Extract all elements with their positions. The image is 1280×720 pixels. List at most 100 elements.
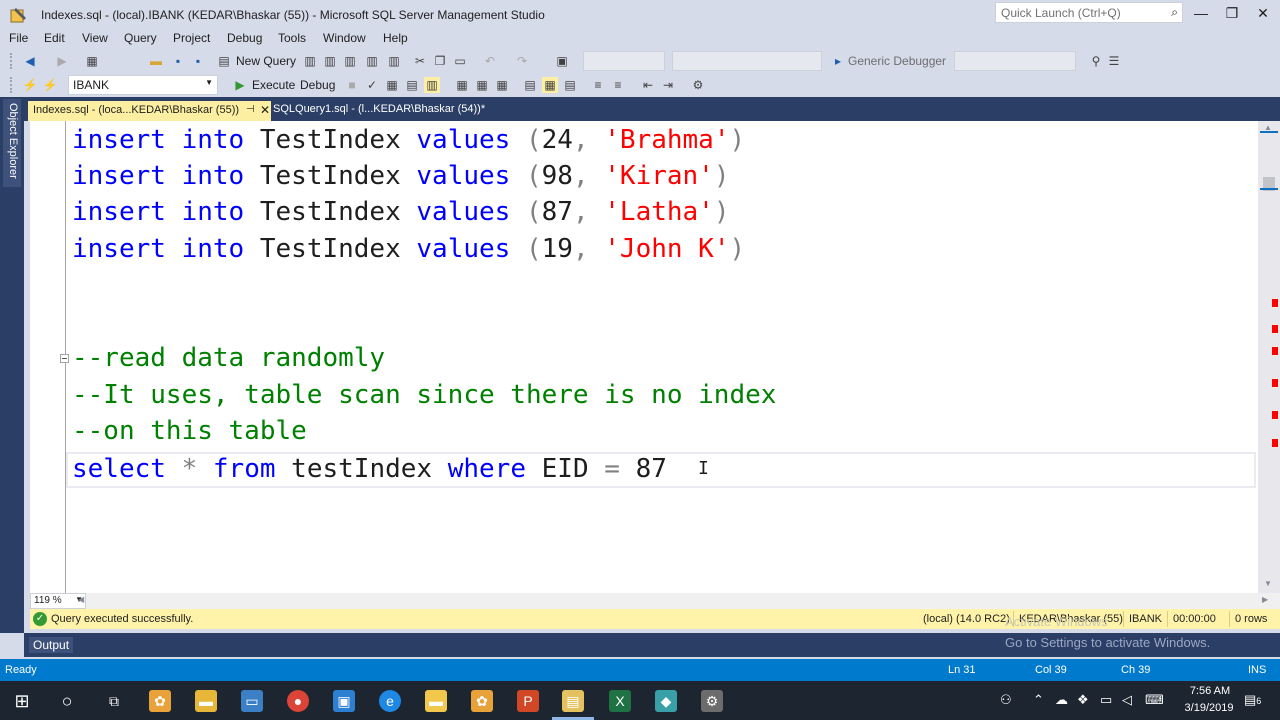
mdx-query-icon[interactable]: ▥ bbox=[322, 53, 338, 69]
dropbox-icon[interactable]: ❖ bbox=[1077, 692, 1089, 708]
dax-query-icon[interactable]: ▥ bbox=[386, 53, 402, 69]
new-query-button[interactable]: New Query bbox=[236, 54, 296, 68]
solution-platform-combo[interactable] bbox=[672, 51, 822, 71]
database-selector[interactable]: IBANK ▼ bbox=[68, 75, 218, 95]
results-to-text-icon[interactable]: ▤ bbox=[522, 77, 538, 93]
cancel-query-icon[interactable]: ■ bbox=[344, 77, 360, 93]
dmx-query-icon[interactable]: ▥ bbox=[342, 53, 358, 69]
network-icon[interactable]: ▭ bbox=[1100, 692, 1112, 708]
generic-debugger-button[interactable]: Generic Debugger bbox=[848, 54, 946, 68]
tab-sqlquery1[interactable]: SQLQuery1.sql - (l...KEDAR\Bhaskar (54))… bbox=[273, 103, 485, 115]
edge-icon[interactable]: e bbox=[379, 690, 401, 712]
cloud-icon[interactable]: ☁ bbox=[1055, 692, 1068, 708]
folder-icon[interactable]: ▬ bbox=[425, 690, 447, 712]
properties-icon[interactable]: ☰ bbox=[1106, 53, 1122, 69]
code-editor[interactable]: insert into TestIndex values (24, 'Brahm… bbox=[30, 121, 1258, 593]
excel-icon[interactable]: X bbox=[609, 690, 631, 712]
chrome-icon[interactable]: ● bbox=[287, 690, 309, 712]
results-to-grid-icon[interactable]: ▦ bbox=[542, 77, 558, 93]
people-icon[interactable]: ⚇ bbox=[1000, 692, 1012, 708]
decrease-indent-icon[interactable]: ⇤ bbox=[640, 77, 656, 93]
store-icon[interactable]: ▣ bbox=[333, 690, 355, 712]
undo-icon[interactable]: ↶ bbox=[482, 53, 498, 69]
tab-indexes-sql[interactable]: Indexes.sql - (loca...KEDAR\Bhaskar (55)… bbox=[28, 101, 271, 121]
debug-button[interactable]: Debug bbox=[300, 78, 335, 92]
menu-edit[interactable]: Edit bbox=[44, 31, 65, 45]
collapse-toggle[interactable] bbox=[60, 354, 69, 363]
quick-launch-input[interactable]: Quick Launch (Ctrl+Q) ⌕ bbox=[995, 2, 1183, 23]
menu-query[interactable]: Query bbox=[124, 31, 157, 45]
find-in-files-icon[interactable]: ⚲ bbox=[1088, 53, 1104, 69]
clock-date[interactable]: 3/19/2019 bbox=[1174, 702, 1244, 714]
query-designer-icon[interactable]: ▤ bbox=[404, 77, 420, 93]
app-icon[interactable]: ✿ bbox=[149, 690, 171, 712]
toolbar-grip[interactable] bbox=[10, 77, 14, 93]
scroll-left-icon[interactable]: ◀ bbox=[78, 595, 84, 604]
estimated-plan-icon[interactable]: ▦ bbox=[384, 77, 400, 93]
pin-icon[interactable]: ⊣ bbox=[246, 104, 255, 115]
volume-icon[interactable]: ◁ bbox=[1122, 692, 1132, 708]
ssms-taskbar-icon[interactable]: ▤ bbox=[562, 690, 584, 712]
new-project-icon[interactable]: ▦ bbox=[84, 53, 100, 69]
paste-icon[interactable]: ▭ bbox=[452, 53, 468, 69]
output-tab[interactable]: Output bbox=[29, 637, 74, 653]
parse-icon[interactable]: ✓ bbox=[364, 77, 380, 93]
notification-icon[interactable]: ▤6 bbox=[1244, 692, 1261, 708]
open-file-icon[interactable]: ▬ bbox=[148, 53, 164, 69]
windows-start-icon[interactable]: ⊞ bbox=[11, 690, 33, 712]
copy-icon[interactable]: ❐ bbox=[432, 53, 448, 69]
change-connection-icon[interactable]: ⚡ bbox=[42, 77, 58, 93]
app-icon[interactable]: ✿ bbox=[471, 690, 493, 712]
database-engine-query-icon[interactable]: ▥ bbox=[302, 53, 318, 69]
live-stats-icon[interactable]: ▦ bbox=[474, 77, 490, 93]
toolbar-grip[interactable] bbox=[10, 53, 14, 69]
tools-icon[interactable]: ⚙ bbox=[701, 690, 723, 712]
chevron-up-icon[interactable]: ⌃ bbox=[1033, 692, 1044, 708]
xmla-query-icon[interactable]: ▥ bbox=[364, 53, 380, 69]
execute-button[interactable]: Execute bbox=[252, 78, 295, 92]
menu-view[interactable]: View bbox=[82, 31, 108, 45]
maximize-button[interactable]: ❐ bbox=[1217, 3, 1247, 23]
client-stats-icon[interactable]: ▦ bbox=[494, 77, 510, 93]
menu-debug[interactable]: Debug bbox=[227, 31, 262, 45]
search-icon[interactable]: ○ bbox=[56, 690, 78, 712]
object-explorer-tab[interactable]: Object Explorer bbox=[3, 99, 21, 187]
forward-icon[interactable]: ▶ bbox=[54, 53, 70, 69]
execute-icon[interactable]: ▶ bbox=[232, 77, 248, 93]
save-icon[interactable]: ▪ bbox=[170, 53, 186, 69]
vertical-scrollbar[interactable]: ▲ ▼ bbox=[1258, 121, 1280, 593]
keyboard-icon[interactable]: ⌨ bbox=[1145, 692, 1164, 708]
activity-monitor-icon[interactable]: ▣ bbox=[554, 53, 570, 69]
powerpoint-icon[interactable]: P bbox=[517, 690, 539, 712]
file-explorer-icon[interactable]: ▬ bbox=[195, 690, 217, 712]
new-query-icon[interactable]: ▤ bbox=[216, 53, 232, 69]
menu-project[interactable]: Project bbox=[173, 31, 210, 45]
cut-icon[interactable]: ✂ bbox=[412, 53, 428, 69]
minimize-button[interactable]: — bbox=[1186, 3, 1216, 23]
back-icon[interactable]: ◀ bbox=[22, 53, 38, 69]
redo-icon[interactable]: ↷ bbox=[514, 53, 530, 69]
comment-icon[interactable]: ≡ bbox=[590, 77, 606, 93]
menu-help[interactable]: Help bbox=[383, 31, 408, 45]
specify-values-icon[interactable]: ⚙ bbox=[690, 77, 706, 93]
task-view-icon[interactable]: ⧉ bbox=[103, 690, 125, 712]
solution-configuration-combo[interactable] bbox=[583, 51, 665, 71]
results-to-file-icon[interactable]: ▤ bbox=[562, 77, 578, 93]
connect-icon[interactable]: ⚡ bbox=[22, 77, 38, 93]
increase-indent-icon[interactable]: ⇥ bbox=[660, 77, 676, 93]
clock-time[interactable]: 7:56 AM bbox=[1180, 685, 1240, 697]
close-button[interactable]: ✕ bbox=[1248, 3, 1278, 23]
scroll-right-icon[interactable]: ▶ bbox=[1262, 595, 1268, 604]
menu-tools[interactable]: Tools bbox=[278, 31, 306, 45]
uncomment-icon[interactable]: ≡ bbox=[610, 77, 626, 93]
ssms-app-icon[interactable] bbox=[10, 6, 28, 24]
save-all-icon[interactable]: ▪ bbox=[190, 53, 206, 69]
remote-desktop-icon[interactable]: ▭ bbox=[241, 690, 263, 712]
menu-window[interactable]: Window bbox=[323, 31, 366, 45]
scroll-down-icon[interactable]: ▼ bbox=[1264, 579, 1272, 588]
find-combo[interactable] bbox=[954, 51, 1076, 71]
menu-file[interactable]: File bbox=[9, 31, 28, 45]
debugger-start-icon[interactable]: ▸ bbox=[830, 53, 846, 69]
include-plan-icon[interactable]: ▦ bbox=[454, 77, 470, 93]
close-tab-icon[interactable]: ✕ bbox=[260, 103, 270, 117]
